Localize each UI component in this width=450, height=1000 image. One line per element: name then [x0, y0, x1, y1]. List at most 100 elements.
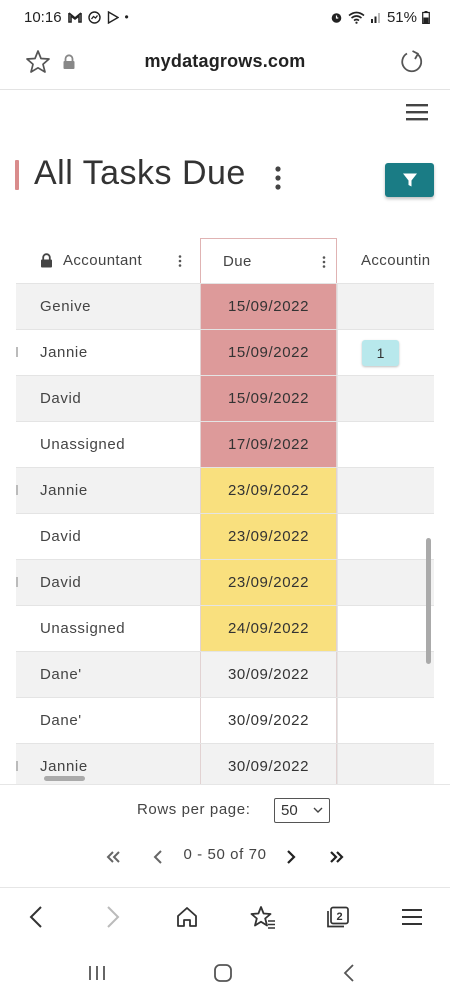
forward-button[interactable] — [99, 903, 127, 931]
cell-accountant: Jannie — [40, 344, 88, 361]
chevron-right-icon — [107, 906, 120, 928]
bookmarks-star-icon — [250, 906, 275, 929]
more-vertical-icon[interactable] — [270, 165, 286, 191]
browser-bottom-bar: 2 — [0, 887, 450, 945]
table-header: Accountant Due Accountin — [16, 238, 434, 283]
signal-icon — [370, 13, 380, 23]
last-page-button[interactable] — [327, 845, 345, 869]
rows-per-page-value: 50 — [281, 802, 298, 819]
double-chevron-left-icon — [106, 851, 120, 863]
cell-accounting — [337, 284, 434, 329]
back-system-button[interactable] — [337, 961, 361, 985]
battery-percent: 51% — [386, 8, 417, 26]
previous-page-button[interactable] — [150, 845, 166, 869]
cell-accountant: Dane' — [40, 666, 82, 683]
cell-due: 30/09/2022 — [200, 652, 337, 697]
title-accent-bar — [15, 160, 19, 190]
cell-due: 30/09/2022 — [200, 744, 337, 784]
cell-due: 17/09/2022 — [200, 422, 337, 467]
reload-icon[interactable] — [398, 48, 426, 76]
first-page-button[interactable] — [105, 845, 123, 869]
table-row[interactable]: Jannie 23/09/2022 — [16, 467, 434, 513]
lock-icon — [41, 253, 52, 268]
system-navigation-bar — [0, 945, 450, 1000]
recent-apps-button[interactable] — [85, 961, 109, 985]
column-header-accountant[interactable]: Accountant — [16, 238, 200, 283]
recent-apps-icon — [89, 966, 105, 980]
vertical-scrollbar[interactable] — [426, 538, 431, 664]
filter-button[interactable] — [385, 163, 434, 197]
column-header-accounting[interactable]: Accountin — [337, 238, 434, 283]
cell-accountant: Unassigned — [40, 436, 126, 453]
next-page-button[interactable] — [283, 845, 299, 869]
table-row[interactable]: Genive 15/09/2022 — [16, 283, 434, 329]
cell-due: 24/09/2022 — [200, 606, 337, 651]
table-row[interactable]: David 23/09/2022 — [16, 513, 434, 559]
filter-icon — [402, 173, 417, 187]
column-header-due[interactable]: Due — [200, 238, 337, 283]
table-row[interactable]: Unassigned 17/09/2022 — [16, 421, 434, 467]
table-row[interactable]: David 15/09/2022 — [16, 375, 434, 421]
chevron-left-icon — [343, 964, 354, 982]
cell-accounting — [337, 376, 434, 421]
column-label-accounting: Accountin — [361, 252, 431, 269]
column-menu-icon[interactable] — [322, 256, 326, 268]
menu-icon[interactable] — [406, 102, 428, 122]
cell-accountant: Genive — [40, 298, 92, 315]
truncated-cell-edge — [16, 485, 18, 495]
url-text[interactable]: mydatagrows.com — [0, 51, 450, 72]
column-menu-icon[interactable] — [178, 255, 182, 267]
browser-menu-button[interactable] — [398, 903, 426, 931]
back-button[interactable] — [22, 903, 50, 931]
tasks-table: Accountant Due Accountin Genive 15/09/20… — [16, 238, 434, 784]
wifi-icon — [348, 11, 365, 24]
cell-due: 30/09/2022 — [200, 698, 337, 743]
home-system-button[interactable] — [211, 961, 235, 985]
accounting-count-badge[interactable]: 1 — [362, 340, 399, 366]
cell-accountant: David — [40, 528, 82, 545]
home-button[interactable] — [173, 903, 201, 931]
cell-due: 15/09/2022 — [200, 376, 337, 421]
cell-accountant: Dane' — [40, 712, 82, 729]
alarm-icon — [331, 12, 342, 23]
chevron-down-icon — [313, 807, 323, 813]
horizontal-scrollbar[interactable] — [44, 776, 85, 781]
table-row[interactable]: Dane' 30/09/2022 — [16, 651, 434, 697]
cell-due: 15/09/2022 — [200, 284, 337, 329]
cell-accounting — [337, 652, 434, 697]
cell-accounting: 1 — [337, 330, 434, 375]
battery-icon — [422, 10, 430, 24]
truncated-cell-edge — [16, 577, 18, 587]
table-row[interactable]: David 23/09/2022 — [16, 559, 434, 605]
cell-accounting — [337, 560, 434, 605]
rows-per-page-label: Rows per page: — [137, 801, 251, 818]
table-row[interactable]: Jannie 15/09/2022 1 — [16, 329, 434, 375]
cell-accountant: Unassigned — [40, 620, 126, 637]
cell-due: 23/09/2022 — [200, 560, 337, 605]
tabs-button[interactable]: 2 — [324, 903, 352, 931]
rows-per-page-select[interactable]: 50 — [274, 798, 330, 823]
play-icon — [107, 10, 119, 24]
gmail-icon — [67, 11, 82, 23]
cell-accounting — [337, 514, 434, 559]
truncated-cell-edge — [16, 347, 18, 357]
cell-accounting — [337, 468, 434, 513]
table-row[interactable]: Dane' 30/09/2022 — [16, 697, 434, 743]
truncated-cell-edge — [16, 761, 18, 771]
cell-accounting — [337, 606, 434, 651]
page-range: 0 - 50 of 70 — [183, 846, 267, 863]
bookmarks-button[interactable] — [249, 903, 277, 931]
cell-accountant: David — [40, 390, 82, 407]
cell-accountant: David — [40, 574, 82, 591]
cell-accountant: Jannie — [40, 482, 88, 499]
tab-count: 2 — [336, 911, 342, 923]
pagination-divider — [0, 784, 450, 785]
clock: 10:16 — [24, 8, 62, 26]
browser-url-bar: mydatagrows.com — [0, 34, 450, 90]
chevron-left-icon — [153, 850, 162, 864]
cell-due: 23/09/2022 — [200, 514, 337, 559]
table-row[interactable]: Unassigned 24/09/2022 — [16, 605, 434, 651]
chevron-left-icon — [29, 906, 42, 928]
home-square-icon — [214, 964, 232, 982]
cell-due: 23/09/2022 — [200, 468, 337, 513]
